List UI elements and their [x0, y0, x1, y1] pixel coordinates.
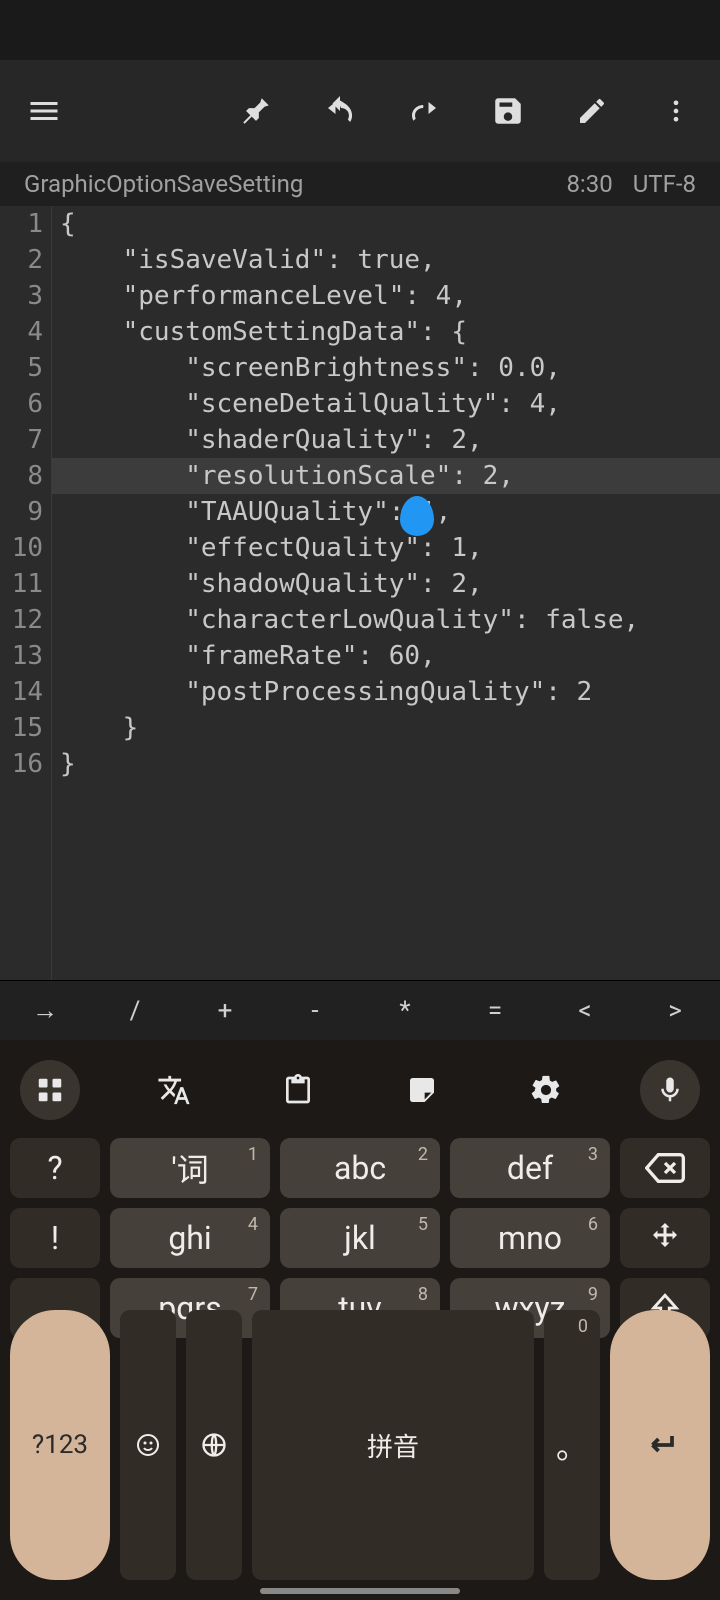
- key-ghi[interactable]: 4ghi: [110, 1208, 270, 1268]
- sym-lt[interactable]: <: [540, 996, 630, 1026]
- sym-slash[interactable]: /: [90, 996, 180, 1026]
- key-def[interactable]: 3def: [450, 1138, 610, 1198]
- encoding-label: UTF-8: [633, 170, 696, 198]
- symbols-key[interactable]: ?123: [10, 1310, 110, 1580]
- code-line[interactable]: "frameRate": 60,: [52, 638, 720, 674]
- code-line[interactable]: "shadowQuality": 2,: [52, 566, 720, 602]
- line-number: 4: [0, 314, 43, 350]
- code-line[interactable]: "shaderQuality": 2,: [52, 422, 720, 458]
- filename-label: GraphicOptionSaveSetting: [24, 170, 303, 198]
- settings-icon[interactable]: [516, 1060, 576, 1120]
- key-exclaim[interactable]: !: [10, 1208, 100, 1268]
- line-number: 15: [0, 710, 43, 746]
- undo-icon[interactable]: [316, 87, 364, 135]
- sym-gt[interactable]: >: [630, 996, 720, 1026]
- key-mno[interactable]: 6mno: [450, 1208, 610, 1268]
- code-line[interactable]: "screenBrightness": 0.0,: [52, 350, 720, 386]
- keyboard: ? 1'词 2abc 3def ! 4ghi 5jkl 6mno ... 7pq…: [0, 1040, 720, 1600]
- redo-icon[interactable]: [400, 87, 448, 135]
- status-bar: [0, 0, 720, 60]
- save-icon[interactable]: [484, 87, 532, 135]
- menu-icon[interactable]: [20, 87, 68, 135]
- line-number: 13: [0, 638, 43, 674]
- sym-plus[interactable]: +: [180, 996, 270, 1026]
- line-number: 10: [0, 530, 43, 566]
- edit-icon[interactable]: [568, 87, 616, 135]
- code-line[interactable]: "postProcessingQuality": 2: [52, 674, 720, 710]
- code-content[interactable]: { "isSaveValid": true, "performanceLevel…: [52, 206, 720, 980]
- sticker-icon[interactable]: [392, 1060, 452, 1120]
- line-number: 6: [0, 386, 43, 422]
- translate-icon[interactable]: [144, 1060, 204, 1120]
- apps-icon[interactable]: [20, 1060, 80, 1120]
- code-line[interactable]: }: [52, 746, 720, 782]
- code-line[interactable]: "effectQuality": 1,: [52, 530, 720, 566]
- space-key[interactable]: 拼音: [252, 1310, 534, 1580]
- key-question[interactable]: ?: [10, 1138, 100, 1198]
- info-bar: GraphicOptionSaveSetting 8:30 UTF-8: [0, 162, 720, 206]
- language-key[interactable]: [186, 1310, 242, 1580]
- code-line[interactable]: "performanceLevel": 4,: [52, 278, 720, 314]
- line-number: 2: [0, 242, 43, 278]
- line-number: 5: [0, 350, 43, 386]
- code-line[interactable]: "characterLowQuality": false,: [52, 602, 720, 638]
- line-number: 1: [0, 206, 43, 242]
- emoji-key[interactable]: [120, 1310, 176, 1580]
- sym-tab[interactable]: →: [0, 995, 90, 1026]
- key-ci[interactable]: 1'词: [110, 1138, 270, 1198]
- code-line[interactable]: "isSaveValid": true,: [52, 242, 720, 278]
- line-number: 8: [0, 458, 43, 494]
- cursor-position: 8:30: [566, 170, 612, 198]
- line-number: 14: [0, 674, 43, 710]
- line-number: 7: [0, 422, 43, 458]
- cursor-handle[interactable]: [400, 496, 434, 536]
- key-jkl[interactable]: 5jkl: [280, 1208, 440, 1268]
- symbol-row: → / + - * = < >: [0, 980, 720, 1040]
- sym-equals[interactable]: =: [450, 996, 540, 1026]
- more-icon[interactable]: [652, 87, 700, 135]
- key-abc[interactable]: 2abc: [280, 1138, 440, 1198]
- line-number: 3: [0, 278, 43, 314]
- code-line[interactable]: "sceneDetailQuality": 4,: [52, 386, 720, 422]
- line-number: 12: [0, 602, 43, 638]
- toolbar: [0, 60, 720, 162]
- mic-icon[interactable]: [640, 1060, 700, 1120]
- code-line[interactable]: {: [52, 206, 720, 242]
- cursor-move-key[interactable]: [620, 1208, 710, 1268]
- clipboard-icon[interactable]: [268, 1060, 328, 1120]
- line-number: 9: [0, 494, 43, 530]
- code-line[interactable]: "TAAUQuality": 1,: [52, 494, 720, 530]
- line-gutter: 1 2 3 4 5 6 7 8 9 10 11 12 13 14 15 16: [0, 206, 52, 980]
- line-number: 11: [0, 566, 43, 602]
- code-line[interactable]: "customSettingData": {: [52, 314, 720, 350]
- period-key[interactable]: 0。: [544, 1310, 600, 1580]
- keyboard-suggestion-row: [10, 1050, 710, 1130]
- code-line[interactable]: }: [52, 710, 720, 746]
- enter-key[interactable]: [610, 1310, 710, 1580]
- sym-star[interactable]: *: [360, 996, 450, 1026]
- sym-minus[interactable]: -: [270, 996, 360, 1026]
- backspace-key[interactable]: [620, 1138, 710, 1198]
- pin-icon[interactable]: [232, 87, 280, 135]
- line-number: 16: [0, 746, 43, 782]
- nav-handle[interactable]: [260, 1588, 460, 1594]
- code-editor[interactable]: 1 2 3 4 5 6 7 8 9 10 11 12 13 14 15 16 {…: [0, 206, 720, 980]
- code-line-active[interactable]: "resolutionScale": 2,: [52, 458, 720, 494]
